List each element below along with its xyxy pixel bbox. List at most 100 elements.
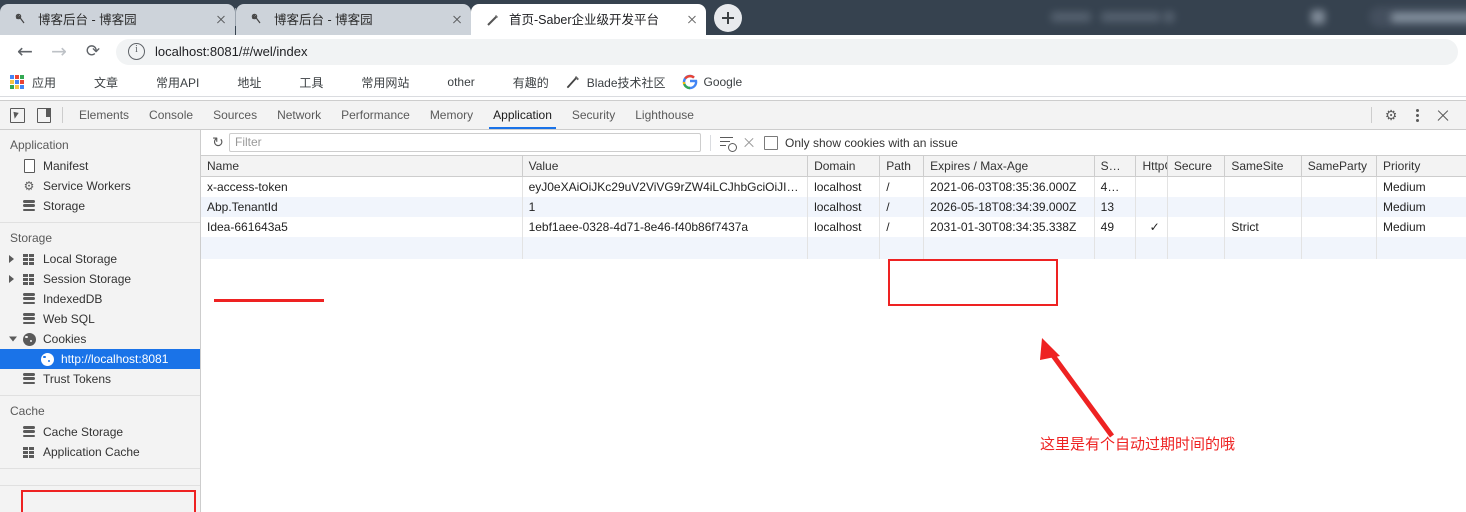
new-tab-button[interactable] <box>714 4 742 32</box>
sidebar-item-cache-storage[interactable]: Cache Storage <box>0 422 200 442</box>
tab-console[interactable]: Console <box>139 101 203 129</box>
column-header-name[interactable]: Name <box>201 156 522 177</box>
sidebar-item-session-storage[interactable]: Session Storage <box>0 269 200 289</box>
bookmark-item-3[interactable]: 地址 <box>215 74 261 91</box>
chevron-right-icon[interactable] <box>9 255 14 263</box>
cell-httponly: ✓ <box>1136 217 1167 237</box>
tab-memory[interactable]: Memory <box>420 101 483 129</box>
toolbar-divider <box>1371 107 1372 123</box>
cell-path: / <box>880 177 924 198</box>
url-text: localhost:8081/#/wel/index <box>155 44 308 59</box>
column-header-size[interactable]: S… <box>1094 156 1136 177</box>
tab-label: Sources <box>213 108 257 122</box>
tab-title: 首页-Saber企业级开发平台 <box>509 12 684 28</box>
refresh-icon[interactable]: ↻ <box>207 135 229 151</box>
bookmark-item-1[interactable]: 文章 <box>72 74 118 91</box>
sidebar-item-trust-tokens[interactable]: Trust Tokens <box>0 369 200 389</box>
bookmark-item-7[interactable]: 有趣的 <box>491 74 549 91</box>
filter-input[interactable]: Filter <box>229 133 701 152</box>
cell-secure <box>1167 177 1225 198</box>
cell-expires: 2026-05-18T08:34:39.000Z <box>924 197 1094 217</box>
only-issues-checkbox[interactable] <box>764 136 778 150</box>
close-icon[interactable] <box>213 12 229 28</box>
devtools-tabs: Elements Console Sources Network Perform… <box>69 101 704 129</box>
tab-elements[interactable]: Elements <box>69 101 139 129</box>
sidebar-item-indexeddb[interactable]: IndexedDB <box>0 289 200 309</box>
browser-tab-3[interactable]: 首页-Saber企业级开发平台 <box>471 4 706 35</box>
reload-button[interactable]: ⟳ <box>76 38 110 66</box>
table-row[interactable]: Abp.TenantId 1 localhost / 2026-05-18T08… <box>201 197 1466 217</box>
column-header-expires[interactable]: Expires / Max-Age <box>924 156 1094 177</box>
folder-icon <box>339 74 355 90</box>
database-icon <box>22 425 36 439</box>
settings-gear-icon[interactable]: ⚙ <box>1378 103 1404 127</box>
sidebar-item-cookies[interactable]: Cookies <box>0 329 200 349</box>
column-header-path[interactable]: Path <box>880 156 924 177</box>
sidebar-item-storage[interactable]: Storage <box>0 196 200 216</box>
tab-lighthouse[interactable]: Lighthouse <box>625 101 704 129</box>
forward-button[interactable]: → <box>42 38 76 66</box>
close-devtools-icon[interactable] <box>1430 103 1456 127</box>
tab-network[interactable]: Network <box>267 101 331 129</box>
column-header-domain[interactable]: Domain <box>808 156 880 177</box>
sidebar-item-manifest[interactable]: Manifest <box>0 156 200 176</box>
cell-sameparty <box>1301 177 1376 198</box>
bookmark-item-6[interactable]: other <box>425 74 474 90</box>
column-header-priority[interactable]: Priority <box>1377 156 1466 177</box>
bookmark-item-5[interactable]: 常用网站 <box>339 74 409 91</box>
sidebar-item-label: Cookies <box>43 332 86 346</box>
browser-tab-2[interactable]: 博客后台 - 博客园 <box>236 4 471 35</box>
column-header-httponly[interactable]: HttpO… <box>1136 156 1167 177</box>
bookmark-item-8[interactable]: Blade技术社区 <box>565 74 666 91</box>
sidebar-item-label: Application Cache <box>43 445 140 459</box>
device-toolbar-icon[interactable] <box>30 103 56 127</box>
bookmark-item-2[interactable]: 常用API <box>134 74 199 91</box>
tab-application[interactable]: Application <box>483 101 562 129</box>
column-header-secure[interactable]: Secure <box>1167 156 1225 177</box>
sidebar-item-label: Cache Storage <box>43 425 123 439</box>
google-g-icon <box>682 74 698 90</box>
kebab-glyph <box>1416 114 1419 117</box>
back-button[interactable]: ← <box>8 38 42 66</box>
cookies-table-container[interactable]: Name Value Domain Path Expires / Max-Age… <box>201 156 1466 512</box>
tab-label: Application <box>493 108 552 122</box>
browser-tab-1[interactable]: 博客后台 - 博客园 <box>0 4 235 35</box>
sidebar-item-cookie-origin[interactable]: http://localhost:8081 <box>0 349 200 369</box>
sidebar-group-storage: Storage Local Storage Session Storage In… <box>0 223 200 396</box>
reload-icon: ⟳ <box>86 43 100 60</box>
cookies-panel: ↻ Filter Only show cookies with an issue <box>201 130 1466 512</box>
annotation-underline-token <box>214 299 324 302</box>
column-header-samesite[interactable]: SameSite <box>1225 156 1301 177</box>
tab-performance[interactable]: Performance <box>331 101 420 129</box>
tab-sources[interactable]: Sources <box>203 101 267 129</box>
tab-label: Network <box>277 108 321 122</box>
close-glyph <box>1436 108 1450 122</box>
column-header-value[interactable]: Value <box>522 156 808 177</box>
close-icon[interactable] <box>449 12 465 28</box>
chevron-right-icon[interactable] <box>9 275 14 283</box>
bookmark-item-apps[interactable]: 应用 <box>10 74 56 91</box>
sidebar-group-title: Storage <box>0 227 200 249</box>
tab-security[interactable]: Security <box>562 101 625 129</box>
folder-icon <box>425 74 441 90</box>
bookmark-item-4[interactable]: 工具 <box>277 74 323 91</box>
clear-filter-icon[interactable] <box>720 136 736 150</box>
close-icon[interactable] <box>684 12 700 28</box>
column-header-sameparty[interactable]: SameParty <box>1301 156 1376 177</box>
inspect-element-icon[interactable] <box>4 103 30 127</box>
sidebar-item-application-cache[interactable]: Application Cache <box>0 442 200 462</box>
more-options-icon[interactable] <box>1404 103 1430 127</box>
clear-all-icon[interactable] <box>738 136 760 150</box>
sidebar-item-local-storage[interactable]: Local Storage <box>0 249 200 269</box>
folder-icon <box>72 74 88 90</box>
sidebar-item-web-sql[interactable]: Web SQL <box>0 309 200 329</box>
gear-icon: ⚙ <box>22 179 36 193</box>
bookmark-item-9[interactable]: Google <box>682 74 743 90</box>
tab-label: Console <box>149 108 193 122</box>
table-row[interactable]: x-access-token eyJ0eXAiOiJKc29uV2ViVG9rZ… <box>201 177 1466 198</box>
sidebar-item-service-workers[interactable]: ⚙ Service Workers <box>0 176 200 196</box>
address-bar[interactable]: localhost:8081/#/wel/index <box>116 39 1458 65</box>
chevron-down-icon[interactable] <box>9 337 17 342</box>
info-icon[interactable] <box>128 43 145 60</box>
table-row[interactable]: Idea-661643a5 1ebf1aee-0328-4d71-8e46-f4… <box>201 217 1466 237</box>
